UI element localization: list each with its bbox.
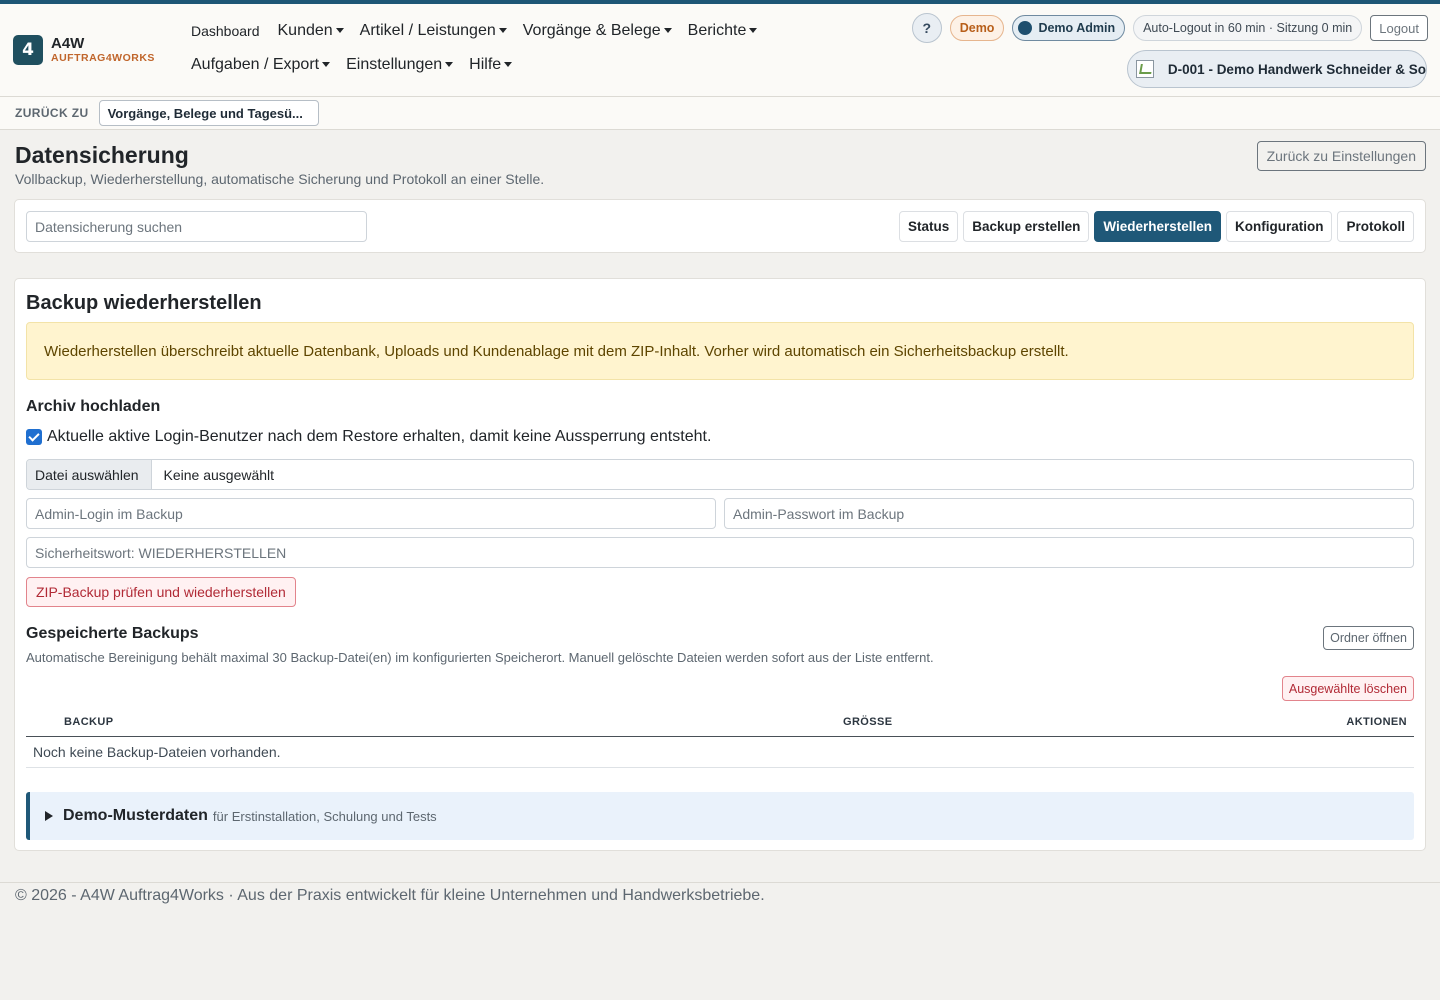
toolbar-card: Status Backup erstellen Wiederherstellen… [14, 199, 1426, 253]
navbar: 4 A4W AUFTRAG4WORKS Dashboard Kunden Art… [0, 4, 1440, 97]
archive-file-input[interactable]: Datei auswählen Keine ausgewählt [26, 459, 1414, 490]
upload-heading: Archiv hochladen [26, 398, 161, 415]
tab-backup-erstellen[interactable]: Backup erstellen [963, 211, 1090, 242]
nav-aufgaben[interactable]: Aufgaben / Export [191, 56, 331, 74]
saved-backups-title: Gespeicherte Backups [26, 625, 199, 642]
tenant-logo-icon [1136, 60, 1154, 78]
admin-login-field[interactable] [26, 498, 716, 529]
user-status-icon [1018, 21, 1033, 35]
demo-data-subtitle: für Erstinstallation, Schulung und Tests [212, 808, 437, 824]
delete-selected-button[interactable]: Ausgewählte löschen [1281, 676, 1414, 701]
admin-password-field[interactable] [724, 498, 1414, 529]
chevron-down-icon [749, 28, 758, 34]
nav-berichte[interactable]: Berichte [688, 22, 758, 40]
chevron-down-icon [504, 62, 513, 68]
demo-data-title: Demo-Musterdaten [63, 807, 208, 824]
search-input[interactable] [26, 211, 367, 242]
saved-backups-note: Automatische Bereinigung behält maximal … [26, 650, 934, 665]
restore-card: Backup wiederherstellen Wiederherstellen… [14, 278, 1426, 851]
section-tabs: Status Backup erstellen Wiederherstellen… [899, 211, 1414, 242]
brand-title: A4W [51, 35, 85, 53]
tab-protokoll[interactable]: Protokoll [1337, 211, 1414, 242]
brand-badge: 4 [13, 35, 43, 65]
page-title: Datensicherung [15, 142, 189, 168]
chosen-file-name: Keine ausgewählt [163, 466, 275, 483]
header-actions: ? Demo Demo Admin Auto-Logout in 60 min … [911, 13, 1428, 43]
restore-submit-button[interactable]: ZIP-Backup prüfen und wiederherstellen [26, 577, 296, 607]
page-subtitle: Vollbackup, Wiederherstellung, automatis… [15, 171, 545, 187]
user-name: Demo Admin [1038, 21, 1116, 35]
tab-konfiguration[interactable]: Konfiguration [1226, 211, 1333, 242]
empty-row: Noch keine Backup-Dateien vorhanden. [26, 737, 1414, 768]
chevron-down-icon [663, 28, 672, 34]
footer-text: © 2026 - A4W Auftrag4Works · Aus der Pra… [15, 887, 765, 904]
choose-file-button[interactable]: Datei auswählen [27, 460, 152, 489]
expand-triangle-icon [45, 811, 53, 821]
nav-vorgaenge[interactable]: Vorgänge & Belege [523, 22, 672, 40]
tab-wiederherstellen[interactable]: Wiederherstellen [1094, 211, 1221, 242]
tenant-name: D-001 - Demo Handwerk Schneider & So [1167, 61, 1426, 77]
demo-badge: Demo [949, 15, 1005, 41]
brand-subtitle: AUFTRAG4WORKS [51, 52, 155, 65]
help-button[interactable]: ? [911, 13, 942, 43]
tab-status[interactable]: Status [899, 211, 959, 242]
user-menu[interactable]: Demo Admin [1012, 15, 1126, 41]
open-folder-button[interactable]: Ordner öffnen [1323, 626, 1414, 650]
back-navigation-bar: ZURÜCK ZU Vorgänge, Belege und Tagesü... [0, 97, 1440, 130]
back-target-select[interactable]: Vorgänge, Belege und Tagesü... [98, 100, 319, 126]
back-label: ZURÜCK ZU [15, 106, 89, 120]
restore-title: Backup wiederherstellen [26, 292, 262, 314]
nav-kunden[interactable]: Kunden [278, 22, 344, 40]
chevron-down-icon [445, 62, 454, 68]
nav-hilfe[interactable]: Hilfe [469, 56, 513, 74]
column-size: GRÖSSE [843, 716, 893, 728]
nav-artikel[interactable]: Artikel / Leistungen [360, 22, 507, 40]
table-header: BACKUP GRÖSSE AKTIONEN [26, 707, 1414, 737]
chevron-down-icon [322, 62, 331, 68]
restore-warning: Wiederherstellen überschreibt aktuelle D… [26, 322, 1414, 380]
main-nav-row-1: Dashboard Kunden Artikel / Leistungen Vo… [191, 22, 773, 40]
demo-data-toggle[interactable]: Demo-Musterdaten für Erstinstallation, S… [26, 792, 1414, 840]
footer-divider [0, 882, 1440, 883]
keep-users-option[interactable]: Aktuelle aktive Login-Benutzer nach dem … [26, 428, 711, 446]
session-timer: Auto-Logout in 60 min · Sitzung 0 min [1133, 15, 1363, 41]
chevron-down-icon [335, 28, 344, 34]
column-backup: BACKUP [64, 716, 114, 728]
nav-einstellungen[interactable]: Einstellungen [346, 56, 454, 74]
brand-logo[interactable]: 4 A4W AUFTRAG4WORKS [13, 35, 155, 65]
tenant-selector[interactable]: D-001 - Demo Handwerk Schneider & So [1127, 50, 1427, 88]
keep-users-checkbox[interactable] [26, 429, 42, 445]
logout-button[interactable]: Logout [1370, 15, 1428, 41]
backups-table: BACKUP GRÖSSE AKTIONEN Noch keine Backup… [26, 707, 1414, 768]
column-actions: AKTIONEN [1346, 716, 1407, 728]
chevron-down-icon [498, 28, 507, 34]
back-to-settings-button[interactable]: Zurück zu Einstellungen [1256, 141, 1426, 171]
safety-word-field[interactable] [26, 537, 1414, 568]
keep-users-label: Aktuelle aktive Login-Benutzer nach dem … [47, 428, 712, 445]
main-nav-row-2: Aufgaben / Export Einstellungen Hilfe [191, 56, 528, 74]
nav-dashboard[interactable]: Dashboard [191, 23, 260, 39]
